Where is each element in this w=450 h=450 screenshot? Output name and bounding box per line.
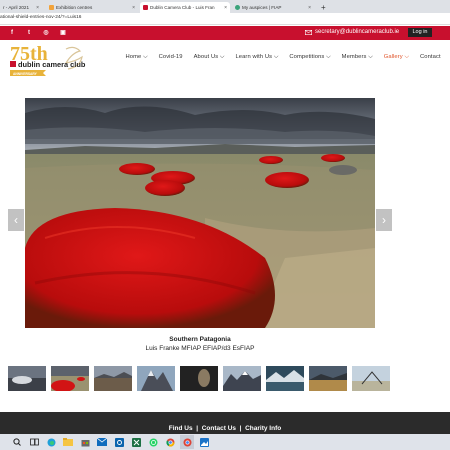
- browser-tab-strip: r - April 2021 × Exhibition centres × Dubl…: [0, 0, 450, 13]
- task-view-icon[interactable]: [27, 435, 41, 449]
- close-icon[interactable]: ×: [224, 5, 227, 11]
- prev-image-button[interactable]: ‹: [8, 209, 24, 231]
- thumbnail[interactable]: [137, 366, 175, 391]
- nav-contact[interactable]: Contact: [415, 54, 447, 61]
- chrome-icon[interactable]: [163, 435, 177, 449]
- flickr-icon[interactable]: ▣: [59, 29, 67, 37]
- new-tab-icon[interactable]: +: [318, 2, 330, 13]
- close-icon[interactable]: ×: [308, 5, 311, 11]
- photo-title: Southern Patagonia: [169, 336, 231, 343]
- tab-label: Exhibition centres: [56, 5, 93, 10]
- logo-name: dublin camera club: [18, 60, 86, 69]
- email-link[interactable]: secretary@dublincameraclub.ie: [305, 29, 399, 35]
- thumbnail[interactable]: [266, 366, 304, 391]
- footer-separator: |: [239, 425, 242, 432]
- site-header: 75th dublin camera club ANNIVERSARY Home…: [0, 40, 450, 82]
- instagram-icon[interactable]: ◎: [42, 29, 50, 37]
- favicon-icon: [235, 5, 240, 10]
- favicon-icon: [143, 5, 148, 10]
- login-button[interactable]: Log in: [408, 28, 432, 37]
- footer-contact-us[interactable]: Contact Us: [202, 425, 236, 432]
- address-bar[interactable]: ational-shield-entries-nov-24/?=Luis16: [0, 13, 450, 25]
- thumbnail[interactable]: [8, 366, 46, 391]
- thumbnail-strip: [8, 366, 398, 392]
- footer-links: Find Us | Contact Us | Charity Info: [0, 425, 450, 432]
- close-icon[interactable]: ×: [36, 5, 39, 11]
- thumbnail[interactable]: [223, 366, 261, 391]
- tab-label: r - April 2021: [3, 5, 30, 10]
- nav-gallery[interactable]: Gallery ⌵: [378, 54, 414, 61]
- thumbnail[interactable]: [352, 366, 390, 391]
- nav-members[interactable]: Members ⌵: [336, 54, 378, 61]
- nav-home[interactable]: Home ⌵: [120, 54, 153, 61]
- chrome-window-icon-active[interactable]: [180, 435, 194, 449]
- facebook-icon[interactable]: f: [8, 29, 16, 37]
- logo-ribbon-text: ANNIVERSARY: [13, 72, 38, 76]
- tab-label: Dublin Camera Club - Luis Fran: [150, 5, 215, 10]
- gallery-main-photo[interactable]: [25, 98, 375, 328]
- outlook-icon[interactable]: [112, 435, 126, 449]
- nav-about[interactable]: About Us ⌵: [188, 54, 230, 61]
- favicon-icon: [49, 5, 54, 10]
- twitter-icon[interactable]: t: [25, 29, 33, 37]
- store-icon[interactable]: [78, 435, 92, 449]
- mail-icon: [305, 29, 312, 35]
- browser-tab-active[interactable]: Dublin Camera Club - Luis Fran ×: [140, 2, 230, 13]
- search-icon[interactable]: [10, 435, 24, 449]
- top-contact-bar: f t ◎ ▣ secretary@dublincameraclub.ie Lo…: [0, 26, 450, 40]
- main-nav: Home ⌵ Covid-19 About Us ⌵ Learn with Us…: [120, 54, 446, 61]
- close-icon[interactable]: ×: [132, 5, 135, 11]
- photo-author: Luis Franke MFIAP EFIAP/d3 EsFIAP: [145, 345, 255, 352]
- nav-covid[interactable]: Covid-19: [153, 54, 188, 61]
- browser-tab[interactable]: My auspices | FIAP ×: [232, 2, 314, 13]
- footer-separator: |: [196, 425, 199, 432]
- edge-icon[interactable]: [44, 435, 58, 449]
- nav-competitions[interactable]: Competitions ⌵: [284, 54, 336, 61]
- thumbnail[interactable]: [180, 366, 218, 391]
- site-footer: Find Us | Contact Us | Charity Info: [0, 412, 450, 434]
- browser-tab[interactable]: Exhibition centres ×: [46, 2, 138, 13]
- url-text: ational-shield-entries-nov-24/?=Luis16: [0, 15, 82, 20]
- nav-learn[interactable]: Learn with Us ⌵: [230, 54, 284, 61]
- browser-tab[interactable]: r - April 2021 ×: [0, 2, 42, 13]
- excel-icon[interactable]: [129, 435, 143, 449]
- next-image-button[interactable]: ›: [376, 209, 392, 231]
- os-taskbar: [0, 434, 450, 450]
- email-text: secretary@dublincameraclub.ie: [315, 29, 400, 35]
- whatsapp-icon[interactable]: [146, 435, 160, 449]
- photos-icon[interactable]: [197, 435, 211, 449]
- logo-mark: [10, 61, 16, 67]
- tab-label: My auspices | FIAP: [242, 5, 282, 10]
- footer-find-us[interactable]: Find Us: [169, 425, 193, 432]
- thumbnail[interactable]: [94, 366, 132, 391]
- thumbnail[interactable]: [309, 366, 347, 391]
- footer-charity-info[interactable]: Charity Info: [245, 425, 281, 432]
- thumbnail[interactable]: [51, 366, 89, 391]
- mail-app-icon[interactable]: [95, 435, 109, 449]
- site-logo[interactable]: 75th dublin camera club ANNIVERSARY: [8, 43, 108, 79]
- file-explorer-icon[interactable]: [61, 435, 75, 449]
